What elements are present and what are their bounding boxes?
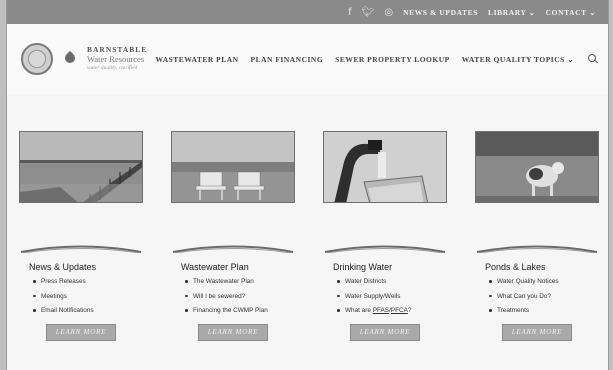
site-header: BARNSTABLE Water Resources water quality… <box>7 24 608 94</box>
search-icon[interactable] <box>588 54 598 64</box>
top-link-contact[interactable]: CONTACT ⌄ <box>546 8 596 17</box>
browser-page: f 🐦︎ ◎ NEWS & UPDATES LIBRARY ⌄ CONTACT … <box>6 0 609 370</box>
card-divider <box>20 245 142 254</box>
card-links: Water Quality Notices What Can you Do? T… <box>489 278 599 314</box>
nav-wastewater-plan[interactable]: WASTEWATER PLAN <box>156 55 239 64</box>
chairs-photo <box>171 131 295 203</box>
card-divider <box>324 245 446 254</box>
card-drinking-water: Drinking Water Water Districts Water Sup… <box>323 131 447 341</box>
nav-plan-financing[interactable]: PLAN FINANCING <box>251 55 324 64</box>
facebook-icon[interactable]: f <box>348 7 352 18</box>
town-seal-icon <box>21 43 53 75</box>
card-links: The Wastewater Plan Will I be sewered? F… <box>185 278 295 314</box>
logo-group[interactable]: BARNSTABLE Water Resources water quality… <box>21 43 156 75</box>
card-row: News & Updates Press Releases Meetings E… <box>19 131 599 341</box>
brand-logo: BARNSTABLE Water Resources water quality… <box>87 46 147 72</box>
list-item[interactable]: Water Quality Notices <box>489 278 599 285</box>
main-nav: WASTEWATER PLAN PLAN FINANCING SEWER PRO… <box>156 54 598 64</box>
card-wastewater-plan: Wastewater Plan The Wastewater Plan Will… <box>171 131 295 341</box>
card-divider <box>476 245 598 254</box>
learn-more-button[interactable]: LEARN MORE <box>502 324 572 341</box>
list-item[interactable]: Email Notifications <box>33 307 143 314</box>
card-title[interactable]: News & Updates <box>29 262 143 272</box>
card-ponds-lakes: Ponds & Lakes Water Quality Notices What… <box>475 131 599 341</box>
brand-name: BARNSTABLE <box>87 45 148 55</box>
nav-sewer-property-lookup[interactable]: SEWER PROPERTY LOOKUP <box>335 55 450 64</box>
learn-more-button[interactable]: LEARN MORE <box>46 324 116 341</box>
list-item[interactable]: Financing the CWMP Plan <box>185 307 295 314</box>
card-links: Water Districts Water Supply/Wells What … <box>337 278 447 314</box>
list-item[interactable]: The Wastewater Plan <box>185 278 295 285</box>
faucet-photo <box>323 131 447 203</box>
card-news-updates: News & Updates Press Releases Meetings E… <box>19 131 143 341</box>
card-title[interactable]: Ponds & Lakes <box>485 262 599 272</box>
list-item[interactable]: Will I be sewered? <box>185 293 295 300</box>
brand-tagline: water quality, clarified <box>87 65 138 72</box>
list-item[interactable]: What are PFAS/PFCA? <box>337 307 447 314</box>
card-title[interactable]: Drinking Water <box>333 262 447 272</box>
learn-more-button[interactable]: LEARN MORE <box>350 324 420 341</box>
list-item[interactable]: Water Districts <box>337 278 447 285</box>
twitter-icon[interactable]: 🐦︎ <box>362 7 375 18</box>
water-drop-icon <box>63 51 77 67</box>
pier-photo <box>19 131 143 203</box>
top-bar: f 🐦︎ ◎ NEWS & UPDATES LIBRARY ⌄ CONTACT … <box>7 0 608 24</box>
list-item[interactable]: What Can you Do? <box>489 293 599 300</box>
dog-photo <box>475 131 599 203</box>
nav-water-quality-topics[interactable]: WATER QUALITY TOPICS ⌄ <box>462 55 574 64</box>
list-item[interactable]: Meetings <box>33 293 143 300</box>
top-link-library[interactable]: LIBRARY ⌄ <box>488 8 536 17</box>
card-title[interactable]: Wastewater Plan <box>181 262 295 272</box>
card-divider <box>172 245 294 254</box>
list-item[interactable]: Press Releases <box>33 278 143 285</box>
list-item[interactable]: Water Supply/Wells <box>337 293 447 300</box>
instagram-icon[interactable]: ◎ <box>384 7 393 18</box>
brand-subtitle: Water Resources <box>87 53 145 64</box>
learn-more-button[interactable]: LEARN MORE <box>198 324 268 341</box>
card-links: Press Releases Meetings Email Notificati… <box>33 278 143 314</box>
top-link-news[interactable]: NEWS & UPDATES <box>403 8 478 17</box>
list-item[interactable]: Treatments <box>489 307 599 314</box>
